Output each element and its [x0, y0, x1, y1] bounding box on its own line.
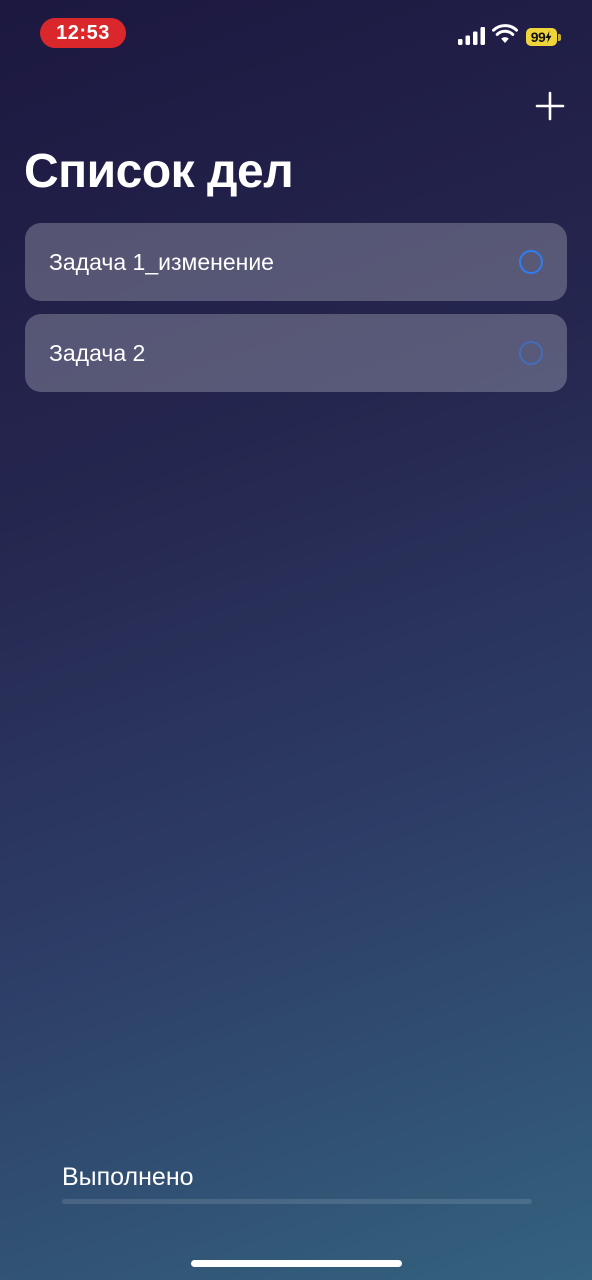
task-complete-checkbox[interactable]: [519, 341, 543, 365]
wifi-icon: [492, 24, 518, 43]
completed-section-divider: [62, 1199, 532, 1204]
task-item[interactable]: Задача 1_изменение: [25, 223, 567, 301]
task-list: Задача 1_изменение Задача 2: [25, 223, 567, 405]
battery-cap: [558, 33, 561, 41]
signal-icon: [458, 27, 485, 45]
task-title: Задача 2: [49, 339, 146, 366]
task-complete-checkbox[interactable]: [519, 250, 543, 274]
task-item[interactable]: Задача 2: [25, 314, 567, 392]
add-task-button[interactable]: [534, 90, 566, 122]
completed-section-label[interactable]: Выполнено: [62, 1163, 194, 1192]
status-time: 12:53: [40, 18, 126, 48]
task-title: Задача 1_изменение: [49, 248, 274, 275]
home-indicator[interactable]: [191, 1260, 402, 1267]
charging-bolt-icon: [545, 31, 552, 43]
battery-charging-icon: 99: [526, 27, 562, 47]
page-title: Список дел: [24, 145, 294, 198]
status-bar: 12:53 99: [0, 0, 592, 64]
plus-icon: [535, 91, 565, 121]
battery-level: 99: [526, 28, 557, 46]
